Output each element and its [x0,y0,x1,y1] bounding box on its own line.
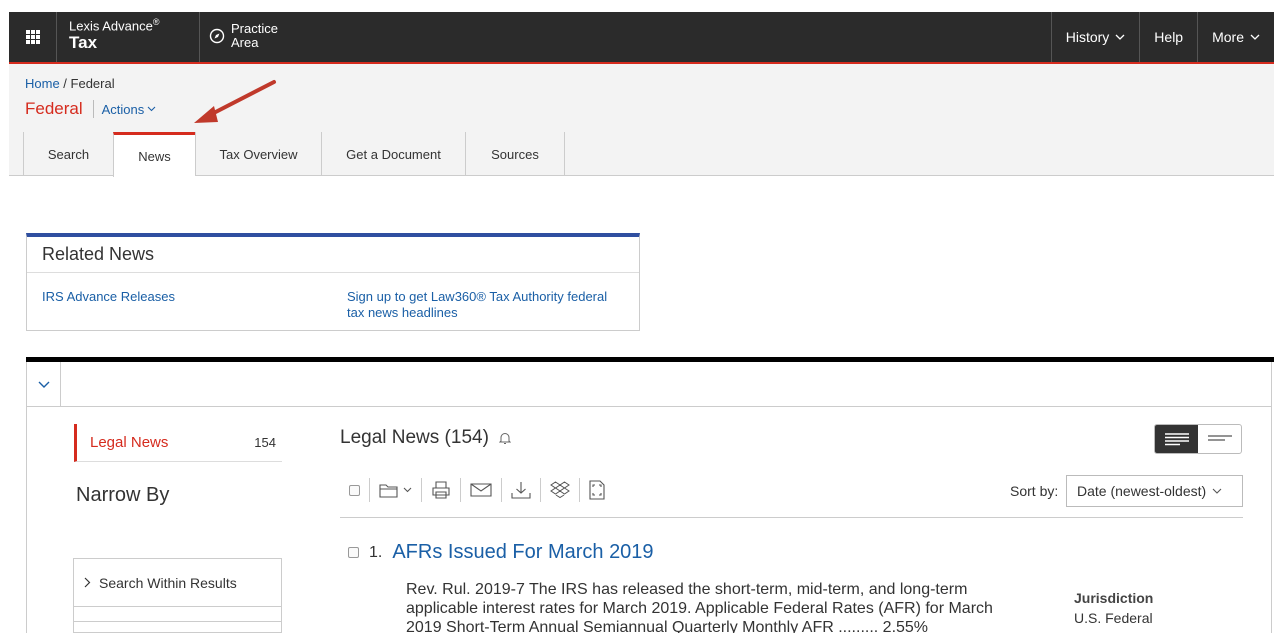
product-logo[interactable]: Lexis Advance® Tax [69,17,160,52]
folder-menu[interactable] [370,479,421,501]
print-icon [432,481,450,499]
help-link[interactable]: Help [1139,12,1197,62]
results-title: Legal News (154) [340,427,489,448]
narrow-by-heading: Narrow By [76,484,170,506]
tab-label: Sources [491,146,539,162]
bell-icon[interactable] [498,431,511,445]
tab-label: Get a Document [346,146,441,162]
collapse-button[interactable] [27,362,61,407]
legal-news-label: Legal News [90,434,169,451]
toolbar-divider [340,517,1243,518]
snippet-line: applicable interest rates for March 2019… [406,600,993,617]
related-news-title: Related News [27,237,639,273]
breadcrumb: Home / Federal [25,76,115,91]
grid-icon [25,30,40,44]
breadcrumb-separator: / [59,76,71,91]
email-icon [470,483,492,497]
result-snippet: Rev. Rul. 2019-7 The IRS has released th… [406,580,1046,633]
top-navigation-bar: Lexis Advance® Tax Practice Area History… [9,12,1274,62]
snippet-line: 2019 Short-Term Annual Semiannual Quarte… [406,619,929,633]
chevron-right-icon [84,577,91,588]
print-button[interactable] [422,479,460,501]
tab-news[interactable]: News [113,132,195,177]
folder-icon [379,484,398,498]
page-title: Federal [25,99,83,118]
actions-dropdown[interactable]: Actions [92,100,157,118]
tab-tax-overview[interactable]: Tax Overview [195,132,321,176]
list-view-icon[interactable] [1198,425,1241,453]
chevron-down-icon [1212,488,1222,494]
brand-name: Lexis Advance [69,18,153,34]
legal-news-count: 154 [254,435,276,450]
jurisdiction-value: U.S. Federal [1074,610,1153,626]
history-menu[interactable]: History [1050,12,1140,62]
search-within-results-box: Search Within Results [73,558,282,633]
actions-label: Actions [101,101,145,117]
view-toggle[interactable] [1154,424,1242,454]
result-number: 1. [369,543,383,561]
law360-signup-link[interactable]: Sign up to get Law360® Tax Authority fed… [347,289,617,320]
breadcrumb-current: Federal [70,76,115,91]
breadcrumb-home-link[interactable]: Home [25,76,60,91]
more-menu[interactable]: More [1197,12,1274,62]
document-view-icon [589,480,605,500]
chevron-down-icon [403,487,412,493]
tab-label: News [138,148,171,164]
practice-area-button[interactable]: Practice Area [209,22,278,49]
email-button[interactable] [461,479,501,501]
results-toolbar [340,475,614,505]
select-all-checkbox[interactable] [349,484,360,496]
help-label: Help [1154,29,1184,45]
dropbox-button[interactable] [541,479,579,501]
annotation-arrow-icon [194,80,276,123]
result-checkbox[interactable] [348,547,359,558]
jurisdiction-label: Jurisdiction [1074,590,1154,606]
results-heading: Legal News (154) [340,427,511,449]
related-news-panel: Related News IRS Advance Releases Sign u… [26,233,640,331]
tab-label: Search [47,146,90,162]
chevron-down-icon [1250,34,1260,40]
result-title-link[interactable]: AFRs Issued For March 2019 [392,541,653,564]
full-view-button[interactable] [580,479,614,501]
chevron-down-icon [1115,34,1125,40]
download-button[interactable] [502,479,540,501]
history-label: History [1065,29,1110,45]
detailed-view-icon[interactable] [1155,425,1198,453]
sort-value: Date (newest-oldest) [1077,483,1207,499]
result-jurisdiction: Jurisdiction U.S. Federal [1074,588,1153,628]
more-label: More [1212,29,1244,45]
practice-area-label: Practice [231,21,278,36]
app-grid-button[interactable] [9,12,57,62]
search-within-input[interactable] [74,621,281,633]
tab-get-a-document[interactable]: Get a Document [321,132,465,176]
sort-dropdown[interactable]: Date (newest-oldest) [1066,475,1243,507]
brand-product: Tax [69,32,98,52]
tab-search[interactable]: Search [23,132,113,176]
download-icon [511,482,531,499]
compass-icon [209,28,225,43]
irs-advance-releases-link[interactable]: IRS Advance Releases [42,289,175,305]
tab-label: Tax Overview [219,146,298,162]
search-within-results-toggle[interactable]: Search Within Results [74,559,281,607]
chevron-down-icon [147,106,156,112]
dropbox-icon [550,481,570,499]
registered-mark: ® [152,17,160,27]
chevron-down-icon [38,381,49,388]
tab-bar: Search News Tax Overview Get a Document … [9,132,1274,177]
search-within-label: Search Within Results [99,574,237,591]
snippet-line: Rev. Rul. 2019-7 The IRS has released th… [406,581,968,598]
result-row: 1. AFRs Issued For March 2019 [348,541,654,564]
sort-label: Sort by: [1010,483,1059,499]
legal-news-filter[interactable]: Legal News 154 [74,424,282,462]
tab-sources[interactable]: Sources [465,132,565,176]
practice-area-label-2: Area [231,34,259,50]
